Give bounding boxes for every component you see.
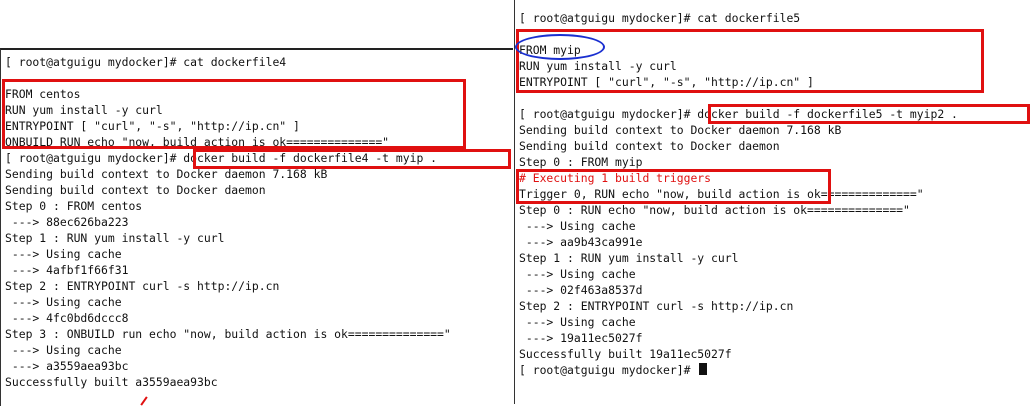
terminal-line-success: Successfully built 19a11ec5027f — [519, 347, 732, 361]
terminal-line: Step 2 : ENTRYPOINT curl -s http://ip.cn — [5, 279, 280, 293]
from-myip-ellipse — [515, 34, 605, 60]
terminal-line: ---> 02f463a8537d — [519, 283, 643, 297]
terminal-line: ---> Using cache — [519, 267, 636, 281]
left-terminal-window[interactable]: [ root@atguigu mydocker]# cat dockerfile… — [0, 48, 513, 406]
terminal-line: Sending build context to Docker daemon 7… — [519, 123, 842, 137]
terminal-line: ---> Using cache — [519, 315, 636, 329]
terminal-line: Step 3 : ONBUILD run echo "now, build ac… — [5, 327, 451, 341]
cursor-block — [699, 363, 708, 375]
terminal-line: Step 0 : RUN echo "now, build action is … — [519, 203, 910, 217]
right-terminal-window[interactable]: [ root@atguigu mydocker]# cat dockerfile… — [514, 0, 1032, 404]
dockerfile4-highlight-box — [2, 79, 466, 149]
terminal-line: ---> Using cache — [5, 343, 122, 357]
terminal-line-prompt: [ root@atguigu mydocker]# cat dockerfile… — [5, 55, 287, 69]
terminal-line: Step 1 : RUN yum install -y curl — [519, 251, 739, 265]
terminal-line-prompt-current[interactable]: [ root@atguigu mydocker]# — [519, 362, 708, 378]
terminal-line: ---> 19a11ec5027f — [519, 331, 643, 345]
build-command-highlight-box — [193, 149, 511, 169]
terminal-line: ---> Using cache — [519, 219, 636, 233]
terminal-line: Step 0 : FROM centos — [5, 199, 143, 213]
terminal-line: ---> Using cache — [5, 247, 122, 261]
terminal-line: ---> 88ec626ba223 — [5, 215, 129, 229]
terminal-line: Sending build context to Docker daemon — [5, 183, 266, 197]
terminal-line: ---> aa9b43ca991e — [519, 235, 643, 249]
terminal-line: Sending build context to Docker daemon — [519, 139, 780, 153]
terminal-line: ---> Using cache — [5, 295, 122, 309]
build-command-highlight-box — [708, 104, 1030, 124]
terminal-line: Step 2 : ENTRYPOINT curl -s http://ip.cn — [519, 299, 794, 313]
prompt-text: [ root@atguigu mydocker]# — [519, 363, 698, 377]
terminal-line: ---> 4fc0bd6dccc8 — [5, 311, 129, 325]
terminal-line-success: Successfully built a3559aea93bc — [5, 375, 218, 389]
terminal-line: ---> 4afbf1f66f31 — [5, 263, 129, 277]
terminal-line: Step 1 : RUN yum install -y curl — [5, 231, 225, 245]
build-triggers-highlight-box — [516, 169, 831, 204]
terminal-line: ---> a3559aea93bc — [5, 359, 129, 373]
terminal-line: Step 0 : FROM myip — [519, 155, 643, 169]
terminal-line-prompt: [ root@atguigu mydocker]# cat dockerfile… — [519, 11, 801, 25]
